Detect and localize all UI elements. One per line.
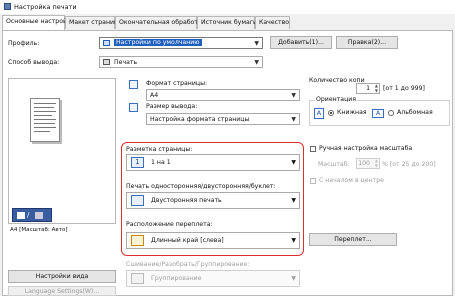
page-layout-value: 1 на 1 [151, 159, 171, 166]
scale-stepper: 100 ▲ ▼ [356, 158, 380, 169]
edit-profile-button[interactable]: Правка(2)... [336, 36, 398, 49]
binding-icon [131, 235, 144, 246]
chevron-down-icon: ▼ [291, 237, 296, 244]
output-size-value: Настройка формата страницы [150, 115, 250, 123]
chevron-down-icon: ▼ [291, 92, 296, 99]
profile-select[interactable]: Настройки по умолчанию ▼ [99, 37, 263, 49]
slash-icon: / [27, 211, 30, 219]
center-checkbox [310, 178, 316, 184]
title-bar: Настройка печати [0, 0, 455, 14]
printer-view-icon [35, 212, 43, 219]
chevron-down-icon: ▼ [291, 159, 296, 166]
orientation-label: Ориентация [315, 96, 358, 103]
output-size-icon [129, 103, 138, 112]
center-label: С началом в центре [319, 177, 384, 184]
binding-select[interactable]: Длинный край [слева] ▼ [126, 232, 300, 249]
page-layout-icon: 1 [131, 157, 144, 168]
chevron-down-icon: ▼ [291, 275, 296, 282]
binding-button[interactable]: Переплет... [309, 233, 397, 246]
duplex-value: Двусторонняя печать [151, 197, 222, 204]
view-settings-button[interactable]: Настройки вида [8, 270, 116, 283]
printer-icon [103, 59, 110, 65]
collate-icon [131, 273, 144, 284]
binding-value: Длинный край [слева] [151, 237, 224, 244]
page-view-icon [17, 212, 25, 219]
chevron-down-icon: ▼ [254, 59, 259, 66]
output-method-label: Способ вывода: [8, 59, 60, 66]
binding-label: Расположение переплета: [126, 221, 213, 228]
duplex-label: Печать односторонняя/двусторонняя/буклет… [126, 183, 276, 190]
spin-arrows-icon: ▲ ▼ [374, 158, 378, 168]
tab-basic-settings[interactable]: Основные настройки [2, 15, 75, 30]
chevron-down-icon: ▼ [291, 116, 296, 123]
scale-label: Масштаб: [318, 161, 350, 168]
scale-value: 100 [358, 160, 370, 167]
page-layout-select[interactable]: 1 1 на 1 ▼ [126, 154, 300, 171]
duplex-select[interactable]: Двусторонняя печать ▼ [126, 192, 300, 209]
collate-select: Группирование ▼ [126, 270, 300, 287]
page-size-select[interactable]: A4 ▼ [146, 89, 300, 101]
output-size-select[interactable]: Настройка формата страницы ▼ [146, 113, 300, 125]
portrait-radio[interactable] [328, 110, 334, 116]
page-size-label: Формат страницы: [146, 80, 208, 87]
output-size-label: Размер вывода: [146, 103, 198, 110]
view-toggle-button[interactable]: / [12, 208, 52, 222]
profile-label: Профиль: [8, 40, 40, 47]
landscape-label: Альбомная [397, 109, 433, 116]
manual-scaling-label: Ручная настройка масштаба [319, 145, 413, 152]
preview-caption: A4 [Масштаб: Авто] [10, 227, 68, 233]
tab-quality[interactable]: Качество [255, 16, 290, 29]
profile-value: Настройки по умолчанию [114, 39, 202, 46]
scale-range: % [от 25 до 200] [382, 161, 436, 168]
page-preview-image [30, 98, 60, 142]
printer-app-icon [4, 3, 11, 10]
window-title: Настройка печати [14, 3, 77, 11]
manual-scaling-checkbox[interactable] [310, 146, 316, 152]
copies-value: 1 [366, 85, 370, 92]
copies-stepper[interactable]: 1 ▲ ▼ [356, 83, 380, 94]
tab-finishing[interactable]: Окончательная обработка [115, 16, 205, 29]
preview-pane [8, 78, 116, 224]
duplex-icon [131, 195, 144, 206]
landscape-icon: A [372, 109, 384, 118]
add-profile-button[interactable]: Добавить(1)... [270, 36, 332, 49]
collate-value: Группирование [151, 275, 202, 282]
output-method-select[interactable]: Печать ▼ [99, 56, 263, 68]
chevron-down-icon: ▼ [254, 40, 259, 47]
portrait-icon: A [314, 108, 324, 119]
page-size-value: A4 [150, 91, 159, 99]
profile-icon [103, 40, 110, 46]
output-method-value: Печать [114, 58, 138, 66]
chevron-down-icon: ▼ [291, 197, 296, 204]
spin-arrows-icon[interactable]: ▲ ▼ [375, 83, 378, 93]
landscape-radio[interactable] [388, 110, 394, 116]
portrait-label: Книжная [337, 109, 367, 116]
tab-paper-source[interactable]: Источник бумаги [197, 16, 257, 29]
collate-label: Сшивание/Разобрать/Группирование: [126, 261, 250, 268]
page-layout-label: Разметка страницы: [126, 146, 193, 153]
copies-range: [от 1 до 999] [383, 85, 425, 92]
language-settings-button: Language Settings(W)... [8, 286, 116, 296]
page-size-icon [129, 80, 138, 89]
tab-page-layout[interactable]: Макет страницы [65, 16, 123, 29]
